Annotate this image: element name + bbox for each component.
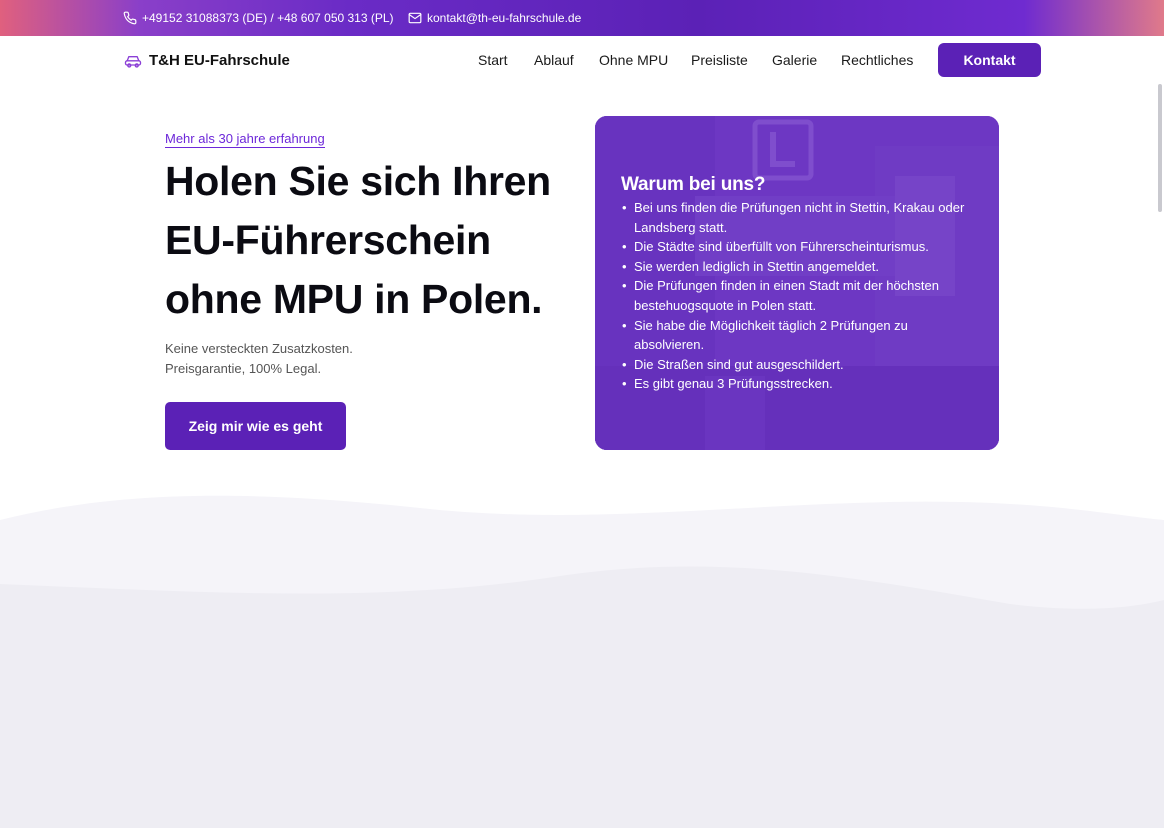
brand-logo[interactable]: T&H EU-Fahrschule [123, 36, 290, 84]
why-us-content: Warum bei uns? Bei uns finden die Prüfun… [621, 174, 981, 394]
nav-item-ablauf[interactable]: Ablauf [534, 52, 574, 68]
wave-dark [0, 566, 1164, 828]
list-item: Die Prüfungen finden in einen Stadt mit … [621, 276, 981, 315]
kontakt-button[interactable]: Kontakt [938, 43, 1041, 77]
nav-item-ohne-mpu[interactable]: Ohne MPU [599, 52, 668, 68]
list-item: Bei uns finden die Prüfungen nicht in St… [621, 198, 981, 237]
phone-contact[interactable]: +49152 31088373 (DE) / +48 607 050 313 (… [123, 0, 394, 36]
list-item: Die Städte sind überfüllt von Führersche… [621, 237, 981, 257]
wave-divider [0, 495, 1164, 828]
hero-subtext: Keine versteckten Zusatzkosten. Preisgar… [165, 339, 353, 379]
nav-item-preisliste[interactable]: Preisliste [691, 52, 748, 68]
car-icon [124, 56, 142, 68]
show-me-how-button[interactable]: Zeig mir wie es geht [165, 402, 346, 450]
experience-tagline: Mehr als 30 jahre erfahrung [165, 131, 325, 148]
nav-item-start[interactable]: Start [478, 52, 508, 68]
why-us-list: Bei uns finden die Prüfungen nicht in St… [621, 198, 981, 394]
hero-headline: Holen Sie sich Ihren EU-Führerschein ohn… [165, 158, 551, 322]
scrollbar[interactable] [1158, 84, 1162, 212]
email-address[interactable]: kontakt@th-eu-fahrschule.de [427, 11, 581, 25]
email-contact[interactable]: kontakt@th-eu-fahrschule.de [408, 0, 581, 36]
hero-subtext-line-2: Preisgarantie, 100% Legal. [165, 361, 322, 376]
phone-numbers[interactable]: +49152 31088373 (DE) / +48 607 050 313 (… [142, 11, 394, 25]
mail-icon [408, 12, 422, 24]
why-us-title: Warum bei uns? [621, 174, 766, 195]
list-item: Es gibt genau 3 Prüfungsstrecken. [621, 374, 981, 394]
phone-icon [123, 11, 137, 25]
brand-name: T&H EU-Fahrschule [149, 51, 290, 69]
list-item: Sie habe die Möglichkeit täglich 2 Prüfu… [621, 316, 981, 355]
nav-item-galerie[interactable]: Galerie [772, 52, 817, 68]
hero-subtext-line-1: Keine versteckten Zusatzkosten. [165, 341, 353, 356]
nav-item-rechtliches[interactable]: Rechtliches [841, 52, 913, 68]
contact-bar: +49152 31088373 (DE) / +48 607 050 313 (… [0, 0, 1164, 36]
list-item: Die Straßen sind gut ausgeschildert. [621, 355, 981, 375]
main-navigation: T&H EU-Fahrschule Start Ablauf Ohne MPU … [0, 36, 1164, 84]
list-item: Sie werden lediglich in Stettin angemeld… [621, 257, 981, 277]
why-us-card: Warum bei uns? Bei uns finden die Prüfun… [595, 116, 999, 450]
